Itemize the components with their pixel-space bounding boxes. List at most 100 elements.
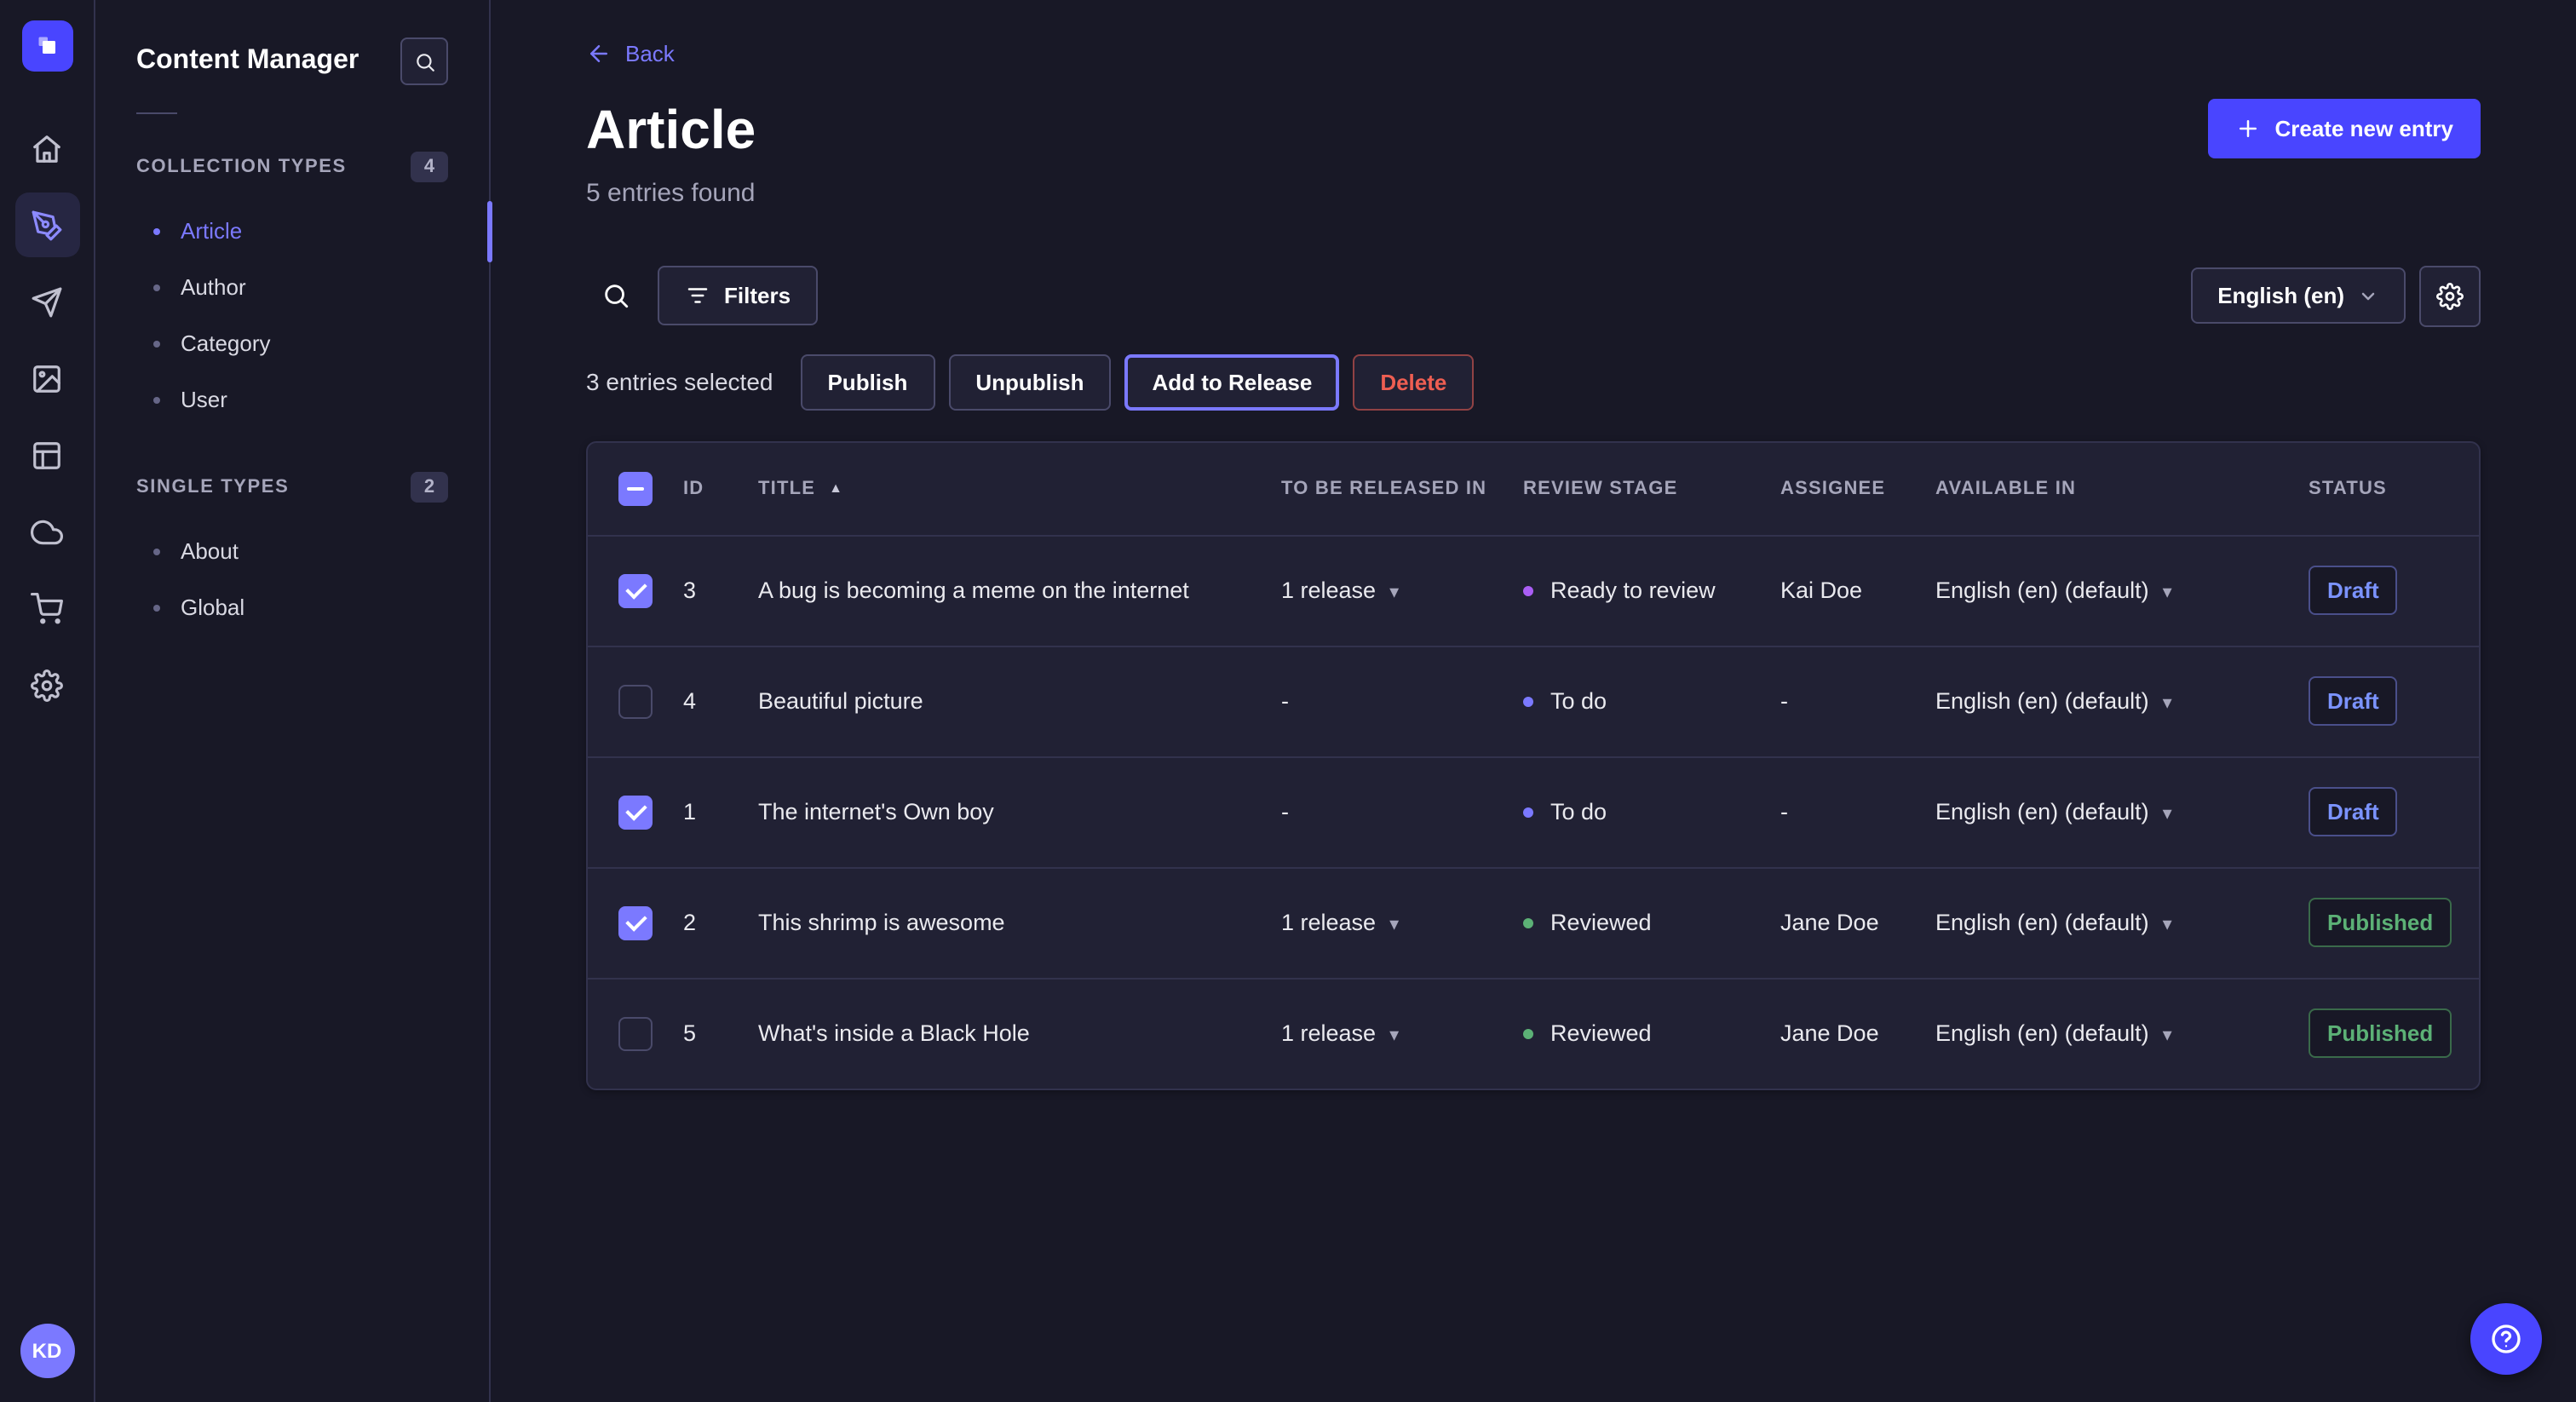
add-to-release-button[interactable]: Add to Release <box>1124 354 1339 411</box>
back-link[interactable]: Back <box>586 41 675 66</box>
back-label: Back <box>625 41 675 66</box>
row-checkbox[interactable] <box>618 574 653 608</box>
bullet-icon <box>153 548 160 554</box>
settings-icon[interactable] <box>14 652 79 717</box>
stage-label: To do <box>1550 689 1607 715</box>
cell-review-stage: To do <box>1523 800 1780 825</box>
column-header-id[interactable]: ID <box>683 479 758 499</box>
cell-release[interactable]: -▾ <box>1281 800 1523 825</box>
unpublish-button[interactable]: Unpublish <box>948 354 1111 411</box>
search-button[interactable] <box>586 267 644 325</box>
chevron-down-icon[interactable]: ▾ <box>2163 694 2172 715</box>
media-icon[interactable] <box>14 346 79 411</box>
table-header-row: ID TITLE▲ TO BE RELEASED IN REVIEW STAGE… <box>588 443 2479 535</box>
create-entry-label: Create new entry <box>2274 118 2453 140</box>
chevron-down-icon[interactable]: ▾ <box>2163 1026 2172 1047</box>
row-checkbox[interactable] <box>618 685 653 719</box>
chevron-down-icon <box>2358 286 2378 307</box>
cell-release[interactable]: -▾ <box>1281 689 1523 715</box>
table-row[interactable]: 5 What's inside a Black Hole 1 release▾ … <box>588 978 2479 1089</box>
strapi-logo[interactable] <box>21 20 72 72</box>
stage-dot <box>1523 697 1533 707</box>
bullet-icon <box>153 340 160 347</box>
sidebar-search-button[interactable] <box>400 37 448 85</box>
delete-button[interactable]: Delete <box>1353 354 1474 411</box>
cloud-icon[interactable] <box>14 499 79 564</box>
table-row[interactable]: 3 A bug is becoming a meme on the intern… <box>588 535 2479 646</box>
cell-available-in[interactable]: English (en) (default)▾ <box>1935 689 2309 715</box>
cell-available-in[interactable]: English (en) (default) ▾ <box>1935 911 2309 936</box>
release-label: 1 release <box>1281 911 1376 936</box>
filter-icon <box>685 284 710 309</box>
view-settings-button[interactable] <box>2419 266 2481 327</box>
stage-dot <box>1523 586 1533 596</box>
sidebar-item-article[interactable]: Article <box>136 203 448 259</box>
stage-dot <box>1523 1029 1533 1039</box>
row-checkbox[interactable] <box>618 1017 653 1051</box>
locale-label: English (en) <box>2217 285 2344 307</box>
filters-label: Filters <box>724 285 791 307</box>
publish-button[interactable]: Publish <box>800 354 934 411</box>
select-all-checkbox[interactable] <box>618 472 653 506</box>
logo-glyph <box>32 31 62 61</box>
status-badge: Draft <box>2309 788 2398 837</box>
cell-release[interactable]: 1 release▾ <box>1281 1021 1523 1047</box>
locale-value: English (en) (default) <box>1935 578 2149 604</box>
create-entry-button[interactable]: Create new entry <box>2208 99 2481 158</box>
cell-title: A bug is becoming a meme on the internet <box>758 578 1281 604</box>
column-header-release[interactable]: TO BE RELEASED IN <box>1281 479 1523 499</box>
layout-icon[interactable] <box>14 422 79 487</box>
chevron-down-icon[interactable]: ▾ <box>2163 583 2172 604</box>
sidebar-item-label: User <box>181 387 227 412</box>
entries-count: 5 entries found <box>586 179 2481 208</box>
column-header-assignee[interactable]: ASSIGNEE <box>1780 479 1935 499</box>
home-icon[interactable] <box>14 116 79 181</box>
cell-available-in[interactable]: English (en) (default) ▾ <box>1935 800 2309 825</box>
chevron-down-icon[interactable]: ▾ <box>1389 916 1399 936</box>
sidebar-item-user[interactable]: User <box>136 371 448 428</box>
cell-release[interactable]: 1 release▾ <box>1281 578 1523 604</box>
sidebar-item-category[interactable]: Category <box>136 315 448 371</box>
column-header-review-stage[interactable]: REVIEW STAGE <box>1523 479 1780 499</box>
avatar[interactable]: KD <box>20 1324 74 1378</box>
selection-bar: 3 entries selected Publish Unpublish Add… <box>586 354 2481 411</box>
edit-icon[interactable] <box>14 192 79 257</box>
column-header-status[interactable]: STATUS <box>2309 479 2479 499</box>
column-header-available-in[interactable]: AVAILABLE IN <box>1935 479 2309 499</box>
row-checkbox[interactable] <box>618 906 653 940</box>
cell-available-in[interactable]: English (en) (default)▾ <box>1935 1021 2309 1047</box>
sidebar: Content Manager COLLECTION TYPES4Article… <box>95 0 491 1402</box>
selected-count: 3 entries selected <box>586 369 773 396</box>
cart-icon[interactable] <box>14 576 79 641</box>
locale-select[interactable]: English (en) <box>2190 268 2406 325</box>
stage-label: Reviewed <box>1550 1021 1652 1047</box>
divider <box>136 112 177 114</box>
cell-release[interactable]: 1 release ▾ <box>1281 911 1523 936</box>
table-row[interactable]: 1 The internet's Own boy -▾ To do - Engl… <box>588 756 2479 867</box>
locale-value: English (en) (default) <box>1935 911 2149 936</box>
sidebar-item-global[interactable]: Global <box>136 579 448 635</box>
chevron-down-icon[interactable]: ▾ <box>2163 916 2172 936</box>
section-label: COLLECTION TYPES <box>136 157 347 177</box>
chevron-down-icon[interactable]: ▾ <box>1389 1026 1399 1047</box>
send-icon[interactable] <box>14 269 79 334</box>
plus-icon <box>2235 116 2261 141</box>
cell-available-in[interactable]: English (en) (default) ▾ <box>1935 578 2309 604</box>
stage-dot <box>1523 918 1533 928</box>
cell-review-stage: Reviewed <box>1523 911 1780 936</box>
filters-button[interactable]: Filters <box>658 267 818 326</box>
locale-value: English (en) (default) <box>1935 800 2149 825</box>
table-row[interactable]: 2 This shrimp is awesome 1 release▾ Revi… <box>588 867 2479 978</box>
question-circle-icon <box>2489 1322 2523 1356</box>
sidebar-item-author[interactable]: Author <box>136 259 448 315</box>
stage-label: Reviewed <box>1550 911 1652 936</box>
cell-assignee: - <box>1780 689 1935 715</box>
chevron-down-icon[interactable]: ▾ <box>1389 583 1399 604</box>
help-button[interactable] <box>2470 1303 2542 1375</box>
row-checkbox[interactable] <box>618 796 653 830</box>
sidebar-item-about[interactable]: About <box>136 523 448 579</box>
column-header-title[interactable]: TITLE▲ <box>758 479 1281 499</box>
chevron-down-icon[interactable]: ▾ <box>2163 805 2172 825</box>
table-row[interactable]: 4 Beautiful picture -▾ To do - English (… <box>588 646 2479 756</box>
cell-review-stage: Reviewed <box>1523 1021 1780 1047</box>
